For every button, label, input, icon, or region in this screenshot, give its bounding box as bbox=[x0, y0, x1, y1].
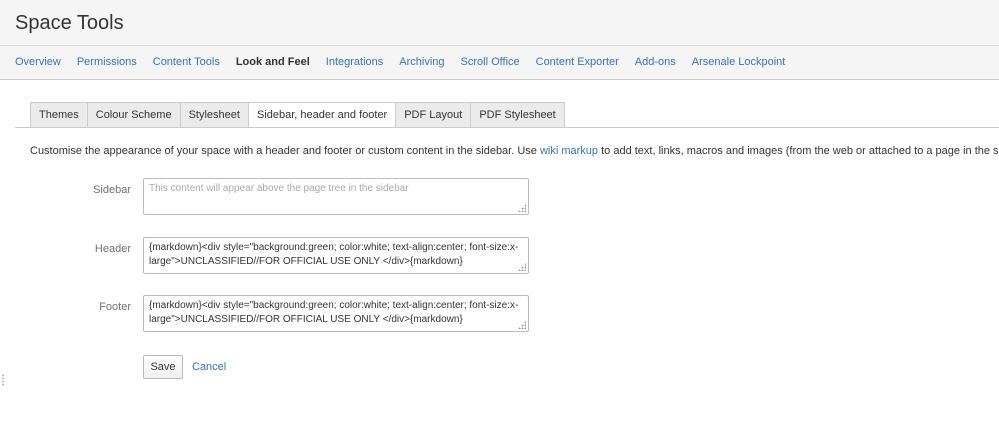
nav-tab-arsenale-lockpoint[interactable]: Arsenale Lockpoint bbox=[692, 56, 786, 68]
sidebar-label: Sidebar bbox=[93, 184, 131, 196]
nav-tab-overview[interactable]: Overview bbox=[15, 56, 61, 68]
footer-value: {markdown}<div style="background:green; … bbox=[149, 300, 519, 325]
nav-tab-permissions[interactable]: Permissions bbox=[77, 56, 137, 68]
resize-grip-icon[interactable] bbox=[518, 263, 526, 271]
nav-tab-integrations[interactable]: Integrations bbox=[326, 56, 383, 68]
subtab-divider bbox=[15, 127, 999, 128]
description-text: Customise the appearance of your space w… bbox=[30, 145, 999, 157]
sidebar-textarea[interactable]: This content will appear above the page … bbox=[143, 178, 529, 215]
save-button[interactable]: Save bbox=[143, 355, 183, 379]
resize-grip-icon[interactable] bbox=[518, 321, 526, 329]
drag-handle-icon[interactable] bbox=[2, 374, 4, 386]
nav-tab-archiving[interactable]: Archiving bbox=[399, 56, 444, 68]
nav-tab-add-ons[interactable]: Add-ons bbox=[635, 56, 676, 68]
subtab-stylesheet[interactable]: Stylesheet bbox=[179, 102, 248, 128]
cancel-link[interactable]: Cancel bbox=[192, 361, 226, 373]
subtab-themes[interactable]: Themes bbox=[30, 102, 87, 128]
footer-label: Footer bbox=[99, 301, 131, 313]
wiki-markup-link[interactable]: wiki markup bbox=[540, 145, 598, 157]
page-title: Space Tools bbox=[15, 12, 124, 34]
nav-tab-content-tools[interactable]: Content Tools bbox=[153, 56, 220, 68]
header-textarea[interactable]: {markdown}<div style="background:green; … bbox=[143, 237, 529, 274]
description-after: to add text, links, macros and images (f… bbox=[598, 145, 999, 157]
nav-tab-scroll-office[interactable]: Scroll Office bbox=[461, 56, 520, 68]
nav-tab-content-exporter[interactable]: Content Exporter bbox=[536, 56, 619, 68]
look-and-feel-subtabs: Themes Colour Scheme Stylesheet Sidebar,… bbox=[30, 102, 565, 128]
nav-divider bbox=[0, 45, 999, 46]
sidebar-placeholder: This content will appear above the page … bbox=[149, 183, 409, 194]
subtab-colour-scheme[interactable]: Colour Scheme bbox=[86, 102, 180, 128]
description-before: Customise the appearance of your space w… bbox=[30, 145, 540, 157]
resize-grip-icon[interactable] bbox=[518, 204, 526, 212]
space-tools-nav: Overview Permissions Content Tools Look … bbox=[15, 56, 801, 68]
subtab-pdf-stylesheet[interactable]: PDF Stylesheet bbox=[470, 102, 565, 128]
space-tools-header: Space Tools bbox=[0, 0, 999, 80]
footer-textarea[interactable]: {markdown}<div style="background:green; … bbox=[143, 295, 529, 332]
header-label: Header bbox=[94, 243, 131, 255]
subtab-sidebar-header-footer[interactable]: Sidebar, header and footer bbox=[247, 102, 396, 128]
header-value: {markdown}<div style="background:green; … bbox=[149, 242, 519, 267]
subtab-pdf-layout[interactable]: PDF Layout bbox=[395, 102, 471, 128]
nav-tab-look-and-feel[interactable]: Look and Feel bbox=[236, 56, 310, 68]
